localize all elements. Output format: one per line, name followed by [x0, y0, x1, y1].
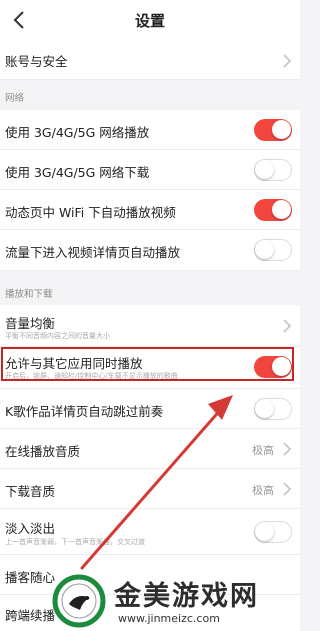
- toggle-knob: [255, 240, 274, 259]
- setting-row-net-play: 使用 3G/4G/5G 网络播放: [0, 110, 300, 150]
- net-play-toggle[interactable]: [254, 119, 292, 141]
- back-button[interactable]: [8, 6, 30, 34]
- toggle-knob: [272, 120, 291, 139]
- setting-value: 极高: [252, 444, 274, 457]
- chevron-right-icon: [283, 482, 292, 496]
- setting-label: 使用 3G/4G/5G 网络下载: [5, 165, 150, 180]
- toggle-knob: [255, 522, 274, 541]
- setting-row-wifi-autoplay: 动态页中 WiFi 下自动播放视频: [0, 190, 300, 230]
- setting-label: 下载音质: [5, 484, 56, 499]
- watermark-name: 金美游戏网: [114, 581, 259, 612]
- toggle-knob: [255, 160, 274, 179]
- chevron-right-icon: [283, 442, 292, 456]
- toggle-knob: [272, 357, 291, 376]
- toggle-knob: [255, 399, 274, 418]
- setting-row-traffic-autoplay: 流量下进入视频详情页自动播放: [0, 230, 300, 271]
- kge-skip-intro-toggle[interactable]: [254, 398, 292, 420]
- watermark-url: www.jinmeizc.com: [118, 612, 220, 625]
- watermark: 金美游戏网 www.jinmeizc.com: [52, 572, 300, 631]
- setting-label: 使用 3G/4G/5G 网络播放: [5, 125, 150, 140]
- watermark-logo-icon: [52, 574, 106, 628]
- allow-other-apps-toggle[interactable]: [254, 356, 292, 378]
- setting-label: 淡入淡出: [5, 521, 56, 536]
- setting-label: 流量下进入视频详情页自动播放: [5, 245, 181, 260]
- wifi-autoplay-toggle[interactable]: [254, 199, 292, 221]
- back-chevron-icon: [13, 11, 24, 29]
- nav-bar: 设置: [0, 0, 300, 43]
- setting-row-account[interactable]: 账号与安全: [0, 42, 300, 80]
- chevron-right-icon: [283, 54, 292, 68]
- setting-label: 在线播放音质: [5, 444, 81, 459]
- setting-value: 极高: [252, 484, 274, 497]
- setting-row-volume-balance[interactable]: 音量均衡 平衡不同音频内容之间的音量大小: [0, 305, 300, 347]
- setting-row-fade: 淡入淡出 上一首声音渐弱，下一首声音渐强，交叉过渡: [0, 509, 300, 555]
- traffic-autoplay-toggle[interactable]: [254, 239, 292, 261]
- page-title: 设置: [134, 12, 165, 30]
- setting-row-kge-skip-intro: K歌作品详情页自动跳过前奏: [0, 389, 300, 429]
- setting-label: 允许与其它应用同时播放: [5, 356, 143, 371]
- setting-row-net-download: 使用 3G/4G/5G 网络下载: [0, 150, 300, 190]
- setting-description: 开启后，锁屏、通知栏/控制中心/车载不显示播放的歌曲: [5, 372, 178, 380]
- setting-row-allow-other-apps: 允许与其它应用同时播放 开启后，锁屏、通知栏/控制中心/车载不显示播放的歌曲: [0, 347, 300, 389]
- section-header-network: 网络: [5, 93, 25, 104]
- setting-label: 跨端续播: [5, 608, 56, 623]
- setting-row-online-quality[interactable]: 在线播放音质 极高: [0, 429, 300, 469]
- setting-label: 动态页中 WiFi 下自动播放视频: [5, 205, 176, 220]
- section-header-playback-download: 播放和下载: [5, 289, 53, 300]
- setting-description: 平衡不同音频内容之间的音量大小: [5, 332, 110, 340]
- setting-description: 上一首声音渐弱，下一首声音渐强，交叉过渡: [5, 538, 145, 546]
- setting-row-download-quality[interactable]: 下载音质 极高: [0, 469, 300, 509]
- setting-label: 账号与安全: [5, 54, 68, 69]
- setting-label: K歌作品详情页自动跳过前奏: [5, 404, 164, 419]
- setting-label: 音量均衡: [5, 316, 56, 331]
- fade-toggle[interactable]: [254, 521, 292, 543]
- chevron-right-icon: [283, 319, 292, 333]
- setting-label: 播客随心: [5, 570, 56, 585]
- net-download-toggle[interactable]: [254, 159, 292, 181]
- toggle-knob: [272, 200, 291, 219]
